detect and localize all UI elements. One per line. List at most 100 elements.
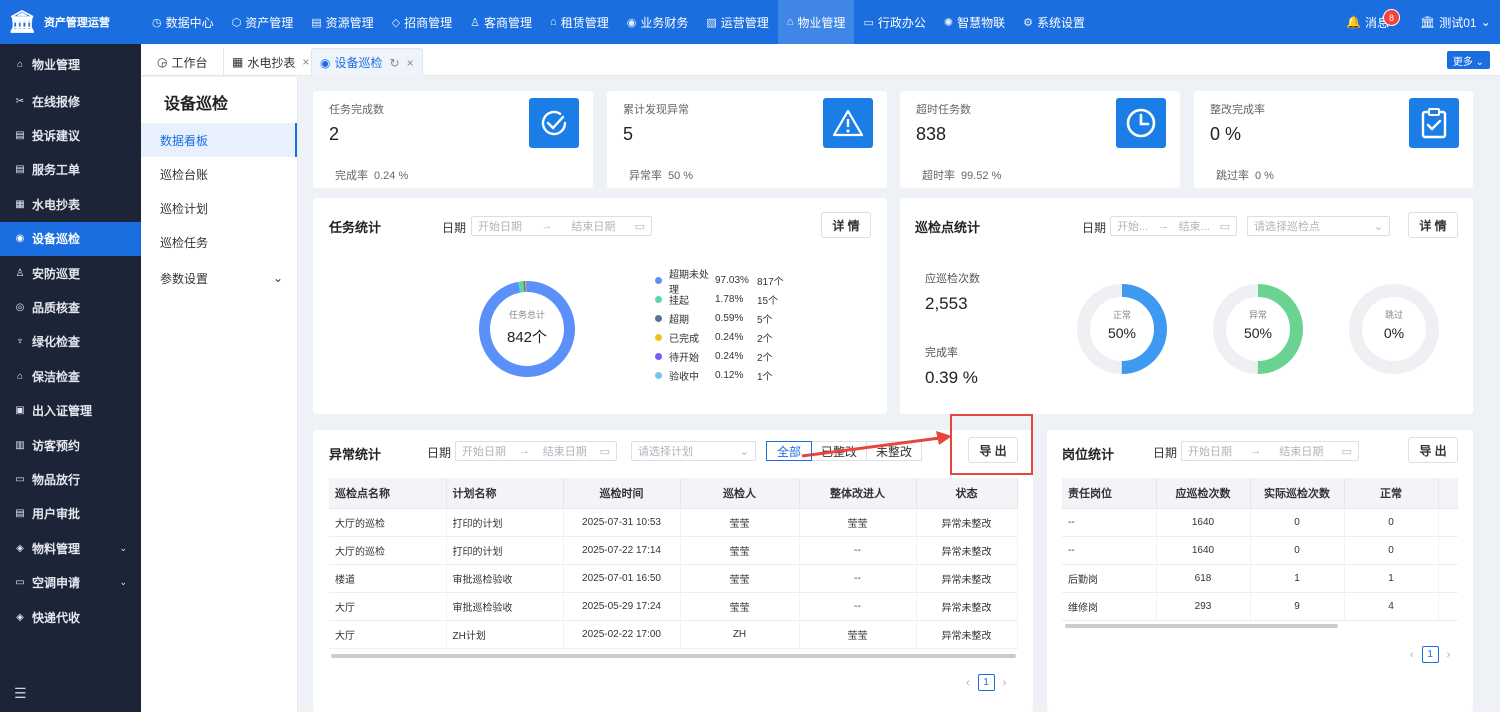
sub-item-plan[interactable]: 巡检计划 <box>141 191 297 225</box>
sub-item-task[interactable]: 巡检任务 <box>141 225 297 259</box>
nav-finance[interactable]: ◉ 业务财务 <box>618 0 698 44</box>
sidebar-item-label: 空调申请 <box>32 576 81 591</box>
sidebar-item-4[interactable]: ◉ 设备巡检 <box>0 221 141 256</box>
more-tabs-button[interactable]: 更多 ⌄ <box>1447 51 1490 69</box>
lease-icon: ⌂ <box>550 16 557 28</box>
bank-icon: 🏛 <box>1420 15 1436 29</box>
segment-all[interactable]: 全部 <box>766 441 812 461</box>
table-row[interactable]: 大厅 审批巡检验收 2025-05-29 17:24 莹莹 -- 异常未整改 <box>329 592 1018 621</box>
refresh-icon[interactable]: ↻ <box>390 56 400 70</box>
sidebar-item-6[interactable]: ◎ 品质核查 <box>0 290 141 324</box>
sub-item-params[interactable]: 参数设置 ⌄ <box>141 261 297 295</box>
stat-label: 超时任务数 <box>916 104 971 116</box>
sidebar-item-7[interactable]: ♆ 绿化检查 <box>0 325 141 359</box>
nav-data-center[interactable]: ◷ 数据中心 <box>143 0 223 44</box>
messages-button[interactable]: 🔔 消息 <box>1346 0 1389 44</box>
end-date-placeholder: 结束日期 <box>1279 446 1324 458</box>
date-range-input[interactable]: 开始日期 → 结束日期 ▭ <box>1181 441 1359 461</box>
close-icon[interactable]: × <box>407 56 414 70</box>
table-cell: 莹莹 <box>680 592 800 621</box>
user-menu[interactable]: 🏛 测试01 ⌄ <box>1420 0 1491 44</box>
top-nav: ◷ 数据中心 ⬡ 资产管理 ▤ 资源管理 ◇ 招商管理 ♙ 客商管理 ⌂ 租赁管理 ◉ 业务财务 ▧ 运营管理… <box>143 0 1094 44</box>
nav-iot[interactable]: ✺ 智慧物联 <box>935 0 1014 44</box>
plan-select[interactable]: 请选择计划 ⌄ <box>631 441 756 461</box>
ring-label: 异常 <box>1248 310 1267 320</box>
export-button[interactable]: 导 出 <box>1408 437 1458 463</box>
inspection-point-select[interactable]: 请选择巡检点 ⌄ <box>1247 216 1390 236</box>
next-page-icon[interactable]: › <box>1003 677 1007 689</box>
sidebar-item-1[interactable]: ▤ 投诉建议 <box>0 118 141 152</box>
prev-page-icon[interactable]: ‹ <box>966 677 970 689</box>
nav-label: 系统设置 <box>1036 15 1085 30</box>
page-number[interactable]: 1 <box>1421 646 1439 663</box>
tab-workbench[interactable]: ◶ 工作台 <box>149 48 216 76</box>
nav-admin[interactable]: ▭ 行政办公 <box>854 0 934 44</box>
table-cell: 莹莹 <box>799 508 917 537</box>
date-range-input[interactable]: 开始日期 → 结束日期 ▭ <box>471 216 652 236</box>
nav-investment[interactable]: ◇ 招商管理 <box>383 0 461 44</box>
nav-property[interactable]: ⌂ 物业管理 <box>777 0 855 44</box>
sidebar-item-9[interactable]: ▣ 出入证管理 <box>0 394 141 428</box>
nav-lease[interactable]: ⌂ 租赁管理 <box>541 0 618 44</box>
tab-label: 水电抄表 <box>247 55 296 70</box>
sub-item-ledger[interactable]: 巡检台账 <box>141 157 297 191</box>
sub-item-dashboard[interactable]: 数据看板 <box>141 123 297 157</box>
legend-count: 1个 <box>757 372 773 383</box>
sidebar-item-13[interactable]: ◈ 物料管理 ⌄ <box>0 531 141 565</box>
nav-resource[interactable]: ▤ 资源管理 <box>302 0 382 44</box>
sidebar-item-2[interactable]: ▤ 服务工单 <box>0 153 141 187</box>
sidebar-item-0[interactable]: ✂ 在线报修 <box>0 84 141 118</box>
table-row[interactable]: 大厅的巡检 打印的计划 2025-07-22 17:14 莹莹 -- 异常未整改 <box>329 536 1018 565</box>
date-label: 日期 <box>427 446 452 460</box>
table-row[interactable]: 大厅 ZH计划 2025-02-22 17:00 ZH 莹莹 异常未整改 <box>329 620 1018 649</box>
table-cell: -- <box>1062 536 1157 565</box>
nav-asset[interactable]: ⬡ 资产管理 <box>223 0 303 44</box>
sidebar-item-15[interactable]: ◈ 快递代收 <box>0 600 141 634</box>
prev-page-icon[interactable]: ‹ <box>1410 649 1414 661</box>
sidebar-item-12[interactable]: ▤ 用户审批 <box>0 497 141 531</box>
table-row[interactable]: -- 1640 0 0 <box>1062 508 1458 537</box>
legend-name: 已完成 <box>669 334 699 345</box>
legend-name: 超期未处理 <box>669 269 709 296</box>
table-cell: 2025-07-01 16:50 <box>563 564 681 593</box>
table-row[interactable]: -- 1640 0 0 <box>1062 536 1458 565</box>
sidebar-item-14[interactable]: ▭ 空调申请 ⌄ <box>0 565 141 599</box>
nav-settings[interactable]: ⚙ 系统设置 <box>1014 0 1094 44</box>
table-cell: 293 <box>1156 592 1251 621</box>
sidebar-item-3[interactable]: ▦ 水电抄表 <box>0 187 141 221</box>
next-page-icon[interactable]: › <box>1447 649 1451 661</box>
collapse-menu-icon[interactable]: ☰ <box>14 685 27 702</box>
status-ring: 正常 50% <box>1077 284 1167 374</box>
sidebar-item-label: 服务工单 <box>32 163 81 178</box>
merchant-icon: ♙ <box>470 16 481 29</box>
tab-meter-reading[interactable]: ▦ 水电抄表 × <box>223 48 317 76</box>
app-name: 资产管理运营 <box>43 17 110 29</box>
sidebar-item-5[interactable]: ♙ 安防巡更 <box>0 256 141 290</box>
table-cell: ZH计划 <box>446 620 564 649</box>
calendar-icon: ▭ <box>634 220 645 233</box>
page-number[interactable]: 1 <box>977 674 995 691</box>
sidebar-item-11[interactable]: ▭ 物品放行 <box>0 462 141 496</box>
table-row[interactable]: 后勤岗 618 1 1 <box>1062 564 1458 593</box>
table-row[interactable]: 楼道 审批巡检验收 2025-07-01 16:50 莹莹 -- 异常未整改 <box>329 564 1018 593</box>
table-row[interactable]: 大厅的巡检 打印的计划 2025-07-31 10:53 莹莹 莹莹 异常未整改 <box>329 508 1018 537</box>
sidebar-header[interactable]: ⌂ 物业管理 <box>0 44 141 84</box>
close-icon[interactable]: × <box>302 55 309 69</box>
horizontal-scrollbar[interactable] <box>1065 624 1338 628</box>
sidebar-item-8[interactable]: ⌂ 保洁检查 <box>0 359 141 393</box>
nav-merchant[interactable]: ♙ 客商管理 <box>461 0 541 44</box>
stat-value: 0 % <box>1210 124 1242 144</box>
detail-button[interactable]: 详 情 <box>821 212 871 238</box>
sidebar-item-10[interactable]: ▥ 访客预约 <box>0 428 141 462</box>
table-row[interactable]: 维修岗 293 9 4 <box>1062 592 1458 621</box>
post-table-wrapper: 责任岗位 应巡检次数 实际巡检次数 正常 -- 1640 0 0 -- 1640 0 0 后勤岗 618… <box>1062 478 1458 626</box>
tab-equipment-inspection[interactable]: ◉ 设备巡检 ↻ × <box>311 48 423 76</box>
detail-button[interactable]: 详 情 <box>1408 212 1458 238</box>
menu-item-icon: ◉ <box>15 233 25 245</box>
stat-sub-value: 99.52 % <box>961 170 1002 182</box>
nav-operation[interactable]: ▧ 运营管理 <box>697 0 777 44</box>
app-logo[interactable]: 🏛 资产管理运营 <box>8 0 143 44</box>
date-range-input[interactable]: 开始... → 结束... ▭ <box>1110 216 1237 236</box>
date-range-input[interactable]: 开始日期 → 结束日期 ▭ <box>455 441 617 461</box>
horizontal-scrollbar[interactable] <box>331 654 1016 658</box>
